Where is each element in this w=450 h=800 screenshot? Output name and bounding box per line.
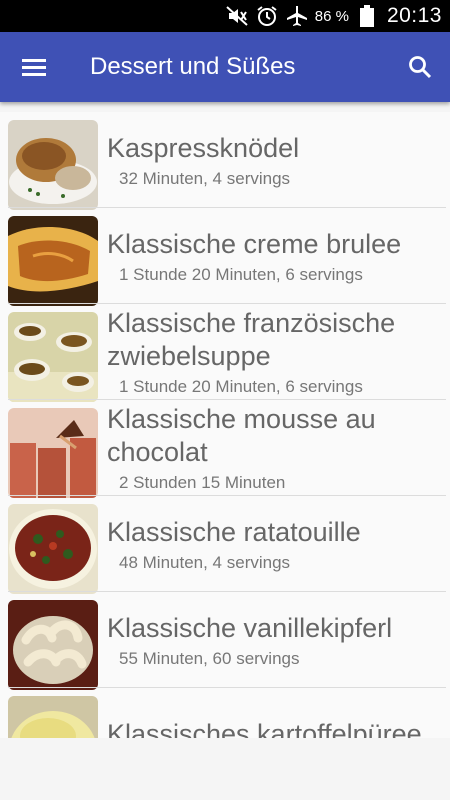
recipe-name: Klassische französische zwiebelsuppe bbox=[107, 308, 396, 371]
recipe-thumbnail bbox=[8, 600, 98, 690]
clock: 20:13 bbox=[386, 4, 442, 27]
recipe-list[interactable]: Kaspressknödel 32 Minuten, 4 servings Kl… bbox=[0, 112, 450, 738]
recipe-item[interactable]: Klassische ratatouille 48 Minuten, 4 ser… bbox=[0, 496, 450, 594]
recipe-text: Kaspressknödel 32 Minuten, 4 servings bbox=[107, 112, 440, 208]
page-title: Dessert und Süßes bbox=[90, 53, 296, 80]
recipe-name: Klassische vanillekipferl bbox=[107, 612, 393, 643]
recipe-item[interactable]: Klassische mousse au chocolat 2 Stunden … bbox=[0, 400, 450, 498]
recipe-name: Klassisches kartoffelpüree bbox=[107, 718, 422, 739]
recipe-item[interactable]: Kaspressknödel 32 Minuten, 4 servings bbox=[0, 112, 450, 210]
recipe-text: Klassische creme brulee 1 Stunde 20 Minu… bbox=[107, 208, 440, 304]
bottom-area bbox=[0, 738, 450, 800]
recipe-name: Kaspressknödel bbox=[107, 132, 300, 163]
recipe-text: Klassische ratatouille 48 Minuten, 4 ser… bbox=[107, 496, 440, 592]
airplane-icon bbox=[285, 4, 309, 28]
recipe-text: Klassische französische zwiebelsuppe 1 S… bbox=[107, 304, 440, 400]
recipe-thumbnail bbox=[8, 408, 98, 498]
recipe-item[interactable]: Klassisches kartoffelpüree bbox=[0, 688, 450, 738]
recipe-thumbnail bbox=[8, 312, 98, 402]
recipe-thumbnail bbox=[8, 696, 98, 738]
alarm-icon bbox=[255, 4, 279, 28]
recipe-name: Klassische mousse au chocolat bbox=[107, 404, 376, 467]
battery-icon bbox=[355, 4, 379, 28]
recipe-subtitle: 1 Stunde 20 Minuten, 6 servings bbox=[119, 264, 363, 284]
status-bar: 86 % 20:13 bbox=[0, 0, 450, 32]
recipe-thumbnail bbox=[8, 504, 98, 594]
recipe-item[interactable]: Klassische creme brulee 1 Stunde 20 Minu… bbox=[0, 208, 450, 306]
recipe-subtitle: 2 Stunden 15 Minuten bbox=[119, 473, 286, 492]
search-icon bbox=[409, 56, 432, 79]
search-button[interactable] bbox=[400, 47, 440, 87]
app-bar: Dessert und Süßes bbox=[0, 32, 450, 102]
menu-button[interactable] bbox=[14, 47, 54, 87]
recipe-text: Klassische vanillekipferl 55 Minuten, 60… bbox=[107, 592, 440, 688]
recipe-text: Klassische mousse au chocolat 2 Stunden … bbox=[107, 400, 440, 496]
recipe-name: Klassische creme brulee bbox=[107, 228, 402, 259]
menu-icon bbox=[22, 59, 46, 76]
battery-percent: 86 % bbox=[314, 7, 349, 25]
mute-icon bbox=[225, 4, 249, 28]
recipe-subtitle: 48 Minuten, 4 servings bbox=[119, 552, 291, 572]
recipe-item[interactable]: Klassische französische zwiebelsuppe 1 S… bbox=[0, 304, 450, 402]
recipe-name: Klassische ratatouille bbox=[107, 516, 361, 547]
recipe-item[interactable]: Klassische vanillekipferl 55 Minuten, 60… bbox=[0, 592, 450, 690]
recipe-text: Klassisches kartoffelpüree bbox=[107, 688, 440, 739]
recipe-thumbnail bbox=[8, 120, 98, 210]
recipe-subtitle: 1 Stunde 20 Minuten, 6 servings bbox=[119, 377, 363, 396]
recipe-thumbnail bbox=[8, 216, 98, 306]
recipe-subtitle: 32 Minuten, 4 servings bbox=[119, 168, 291, 188]
recipe-subtitle: 55 Minuten, 60 servings bbox=[119, 648, 300, 668]
